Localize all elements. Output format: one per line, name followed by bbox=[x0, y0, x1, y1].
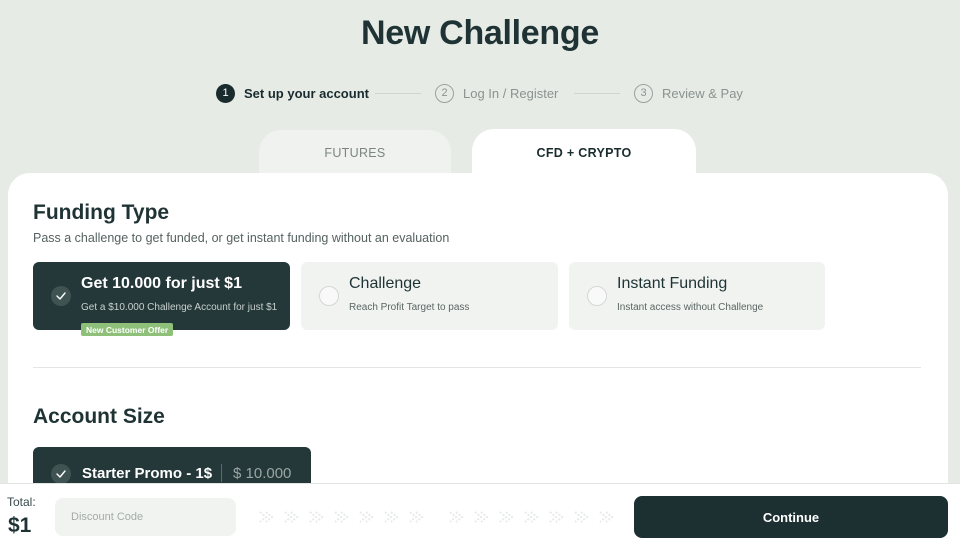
chevron-right-icon bbox=[328, 508, 353, 526]
radio-icon bbox=[587, 286, 607, 306]
funding-option-promo[interactable]: Get 10.000 for just $1 Get a $10.000 Cha… bbox=[33, 262, 290, 330]
discount-code-input[interactable] bbox=[55, 498, 236, 536]
funding-type-title: Funding Type bbox=[33, 201, 170, 224]
chevron-right-icon bbox=[253, 508, 278, 526]
funding-option-subtitle: Instant access without Challenge bbox=[617, 302, 764, 313]
chevron-right-icon bbox=[278, 508, 303, 526]
funding-option-instant[interactable]: Instant Funding Instant access without C… bbox=[569, 262, 825, 330]
main-card: Funding Type Pass a challenge to get fun… bbox=[8, 173, 948, 493]
funding-option-subtitle: Reach Profit Target to pass bbox=[349, 302, 470, 313]
chevron-right-icon bbox=[518, 508, 543, 526]
total-value: $1 bbox=[8, 514, 32, 537]
chevron-right-icon bbox=[568, 508, 593, 526]
step-label-3: Review & Pay bbox=[662, 85, 743, 101]
chevron-right-icon bbox=[403, 508, 428, 526]
step-3[interactable]: 3 Review & Pay bbox=[634, 82, 743, 104]
funding-option-title: Get 10.000 for just $1 bbox=[81, 275, 242, 292]
step-number-2: 2 bbox=[435, 83, 454, 103]
chevron-right-icon bbox=[493, 508, 518, 526]
tab-cfd-crypto[interactable]: CFD + CRYPTO bbox=[472, 129, 696, 177]
check-icon bbox=[51, 464, 71, 484]
chevron-right-icon bbox=[543, 508, 568, 526]
step-label-2: Log In / Register bbox=[463, 85, 559, 101]
chevron-right-icon bbox=[353, 508, 378, 526]
step-2[interactable]: 2 Log In / Register bbox=[435, 82, 558, 104]
chevron-right-icon bbox=[303, 508, 328, 526]
check-icon bbox=[51, 286, 71, 306]
step-connector bbox=[574, 93, 620, 94]
chevron-right-icon bbox=[593, 508, 618, 526]
account-size-title: Account Size bbox=[33, 405, 165, 428]
funding-option-subtitle: Get a $10.000 Challenge Account for just… bbox=[81, 302, 278, 313]
funding-option-title: Challenge bbox=[349, 275, 422, 292]
decorative-arrows-right bbox=[443, 508, 618, 526]
step-number-3: 3 bbox=[634, 83, 653, 103]
step-label-1: Set up your account bbox=[244, 85, 369, 101]
total-label: Total: bbox=[7, 495, 36, 509]
new-customer-badge: New Customer Offer bbox=[81, 323, 174, 336]
account-size-label: Starter Promo - 1$ bbox=[82, 465, 213, 482]
step-1: 1 Set up your account bbox=[216, 82, 369, 104]
checkout-footer: Total: $1 Continue bbox=[0, 483, 960, 548]
chevron-right-icon bbox=[378, 508, 403, 526]
account-size-separator bbox=[221, 464, 222, 482]
page-title: New Challenge bbox=[361, 14, 599, 52]
account-size-value: $ 10.000 bbox=[233, 465, 292, 482]
funding-option-challenge[interactable]: Challenge Reach Profit Target to pass bbox=[301, 262, 558, 330]
funding-type-subtitle: Pass a challenge to get funded, or get i… bbox=[33, 231, 450, 245]
step-connector bbox=[375, 93, 421, 94]
tab-futures[interactable]: FUTURES bbox=[259, 130, 451, 175]
chevron-right-icon bbox=[468, 508, 493, 526]
radio-icon bbox=[319, 286, 339, 306]
funding-option-title: Instant Funding bbox=[617, 275, 728, 292]
chevron-right-icon bbox=[443, 508, 468, 526]
section-divider bbox=[33, 367, 921, 368]
stepper: 1 Set up your account 2 Log In / Registe… bbox=[0, 82, 960, 104]
decorative-arrows-left bbox=[253, 508, 428, 526]
continue-button[interactable]: Continue bbox=[634, 496, 948, 538]
step-number-1: 1 bbox=[216, 83, 235, 103]
